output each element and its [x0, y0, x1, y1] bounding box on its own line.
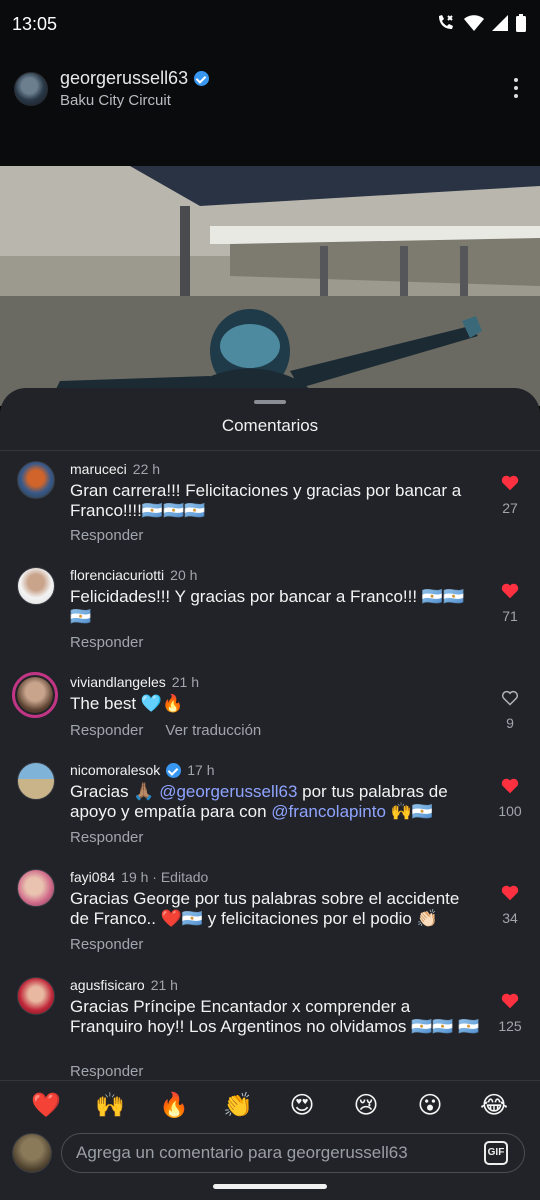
- sheet-drag-handle[interactable]: [254, 400, 286, 404]
- like-button[interactable]: 27: [490, 475, 530, 516]
- comment-time: 21 h: [171, 674, 199, 690]
- comment-time: 20 h: [170, 567, 198, 583]
- emoji-crying[interactable]: 😢: [346, 1091, 386, 1120]
- mention-link[interactable]: @georgerussell63: [159, 782, 297, 801]
- post-image[interactable]: [0, 166, 540, 406]
- comment-composer-area: ❤️ 🙌 🔥 👏 😍 😢 😮 😂 GIF: [0, 1080, 540, 1200]
- like-count: 9: [506, 715, 514, 731]
- comment-text: Gracias Príncipe Encantador x comprender…: [70, 997, 480, 1036]
- comment-actions: Responder: [70, 1063, 143, 1080]
- reply-button[interactable]: Responder: [70, 722, 143, 739]
- gesture-nav-bar[interactable]: [213, 1184, 327, 1189]
- comment-avatar[interactable]: [17, 567, 55, 605]
- comment-header: florenciacuriotti 20 h: [70, 567, 197, 583]
- comment-time: 21 h: [150, 977, 178, 993]
- comment-avatar[interactable]: [17, 977, 55, 1015]
- emoji-heart-eyes[interactable]: 😍: [282, 1091, 322, 1120]
- emoji-clap[interactable]: 👏: [218, 1091, 258, 1120]
- comment-header: nicomoralesok 17 h: [70, 762, 215, 778]
- reply-button[interactable]: Responder: [70, 634, 143, 651]
- post-username[interactable]: georgerussell63: [60, 68, 188, 89]
- like-count: 34: [502, 910, 518, 926]
- status-icons: [436, 14, 526, 37]
- emoji-surprised[interactable]: 😮: [410, 1091, 450, 1120]
- heart-filled-icon: [501, 885, 519, 901]
- verified-icon: [194, 71, 210, 86]
- comment-actions: Responder: [70, 527, 143, 544]
- like-count: 71: [502, 608, 518, 624]
- comment-avatar[interactable]: [17, 461, 55, 499]
- see-translation-button[interactable]: Ver traducción: [165, 722, 261, 739]
- heart-outline-icon: [502, 690, 518, 706]
- status-time: 13:05: [12, 14, 58, 34]
- comment-username[interactable]: nicomoralesok: [70, 762, 160, 778]
- comment-avatar[interactable]: [17, 762, 55, 800]
- comment-actions: Responder: [70, 936, 143, 953]
- like-button[interactable]: 34: [490, 885, 530, 926]
- comment-text: Gracias George por tus palabras sobre el…: [70, 889, 460, 928]
- gif-button[interactable]: GIF: [484, 1141, 508, 1165]
- quick-emoji-bar: ❤️ 🙌 🔥 👏 😍 😢 😮 😂: [0, 1091, 540, 1120]
- comment-text: The best 🩵🔥: [70, 694, 184, 713]
- signal-icon: [492, 14, 508, 37]
- comment-username[interactable]: maruceci: [70, 461, 127, 477]
- comment-header: agusfisicaro 21 h: [70, 977, 178, 993]
- post-image-art: [0, 166, 540, 406]
- reply-button[interactable]: Responder: [70, 936, 143, 953]
- reply-button[interactable]: Responder: [70, 829, 143, 846]
- like-count: 100: [498, 803, 522, 819]
- more-options-icon[interactable]: [514, 78, 520, 102]
- like-count: 125: [498, 1018, 522, 1034]
- comment-username[interactable]: florenciacuriotti: [70, 567, 164, 583]
- comment-time: 19 h · Editado: [121, 869, 209, 885]
- verified-icon: [166, 762, 182, 778]
- comment-header: viviandlangeles 21 h: [70, 674, 199, 690]
- comment-header: maruceci 22 h: [70, 461, 160, 477]
- battery-icon: [516, 14, 526, 37]
- comment-actions: Responder: [70, 829, 143, 846]
- like-button[interactable]: 125: [490, 993, 530, 1034]
- wifi-call-icon: [436, 14, 456, 37]
- comment-text: Gran carrera!!! Felicitaciones y gracias…: [70, 481, 462, 520]
- heart-filled-icon: [501, 993, 519, 1009]
- post-location[interactable]: Baku City Circuit: [60, 92, 171, 109]
- sheet-title: Comentarios: [221, 416, 319, 435]
- wifi-icon: [464, 14, 484, 37]
- heart-filled-icon: [501, 475, 519, 491]
- comment-text: Felicidades!!! Y gracias por bancar a Fr…: [70, 587, 465, 626]
- heart-filled-icon: [501, 778, 519, 794]
- emoji-raised-hands[interactable]: 🙌: [90, 1091, 130, 1120]
- emoji-heart[interactable]: ❤️: [26, 1091, 66, 1120]
- post-author[interactable]: georgerussell63: [60, 68, 210, 89]
- comment-time: 22 h: [132, 461, 161, 477]
- comment-time: 17 h: [187, 762, 215, 778]
- comment-username[interactable]: agusfisicaro: [70, 977, 145, 993]
- current-user-avatar: [12, 1133, 52, 1173]
- comment-text: Gracias 🙏🏽 @georgerussell63 por tus pala…: [70, 782, 448, 821]
- comment-actions: Responder: [70, 634, 143, 651]
- comment-avatar[interactable]: [12, 672, 58, 718]
- heart-filled-icon: [501, 583, 519, 599]
- status-bar: 13:05: [0, 0, 540, 50]
- reply-button[interactable]: Responder: [70, 527, 143, 544]
- like-button[interactable]: 71: [490, 583, 530, 624]
- comment-username[interactable]: fayi084: [70, 869, 115, 885]
- comment-avatar[interactable]: [17, 869, 55, 907]
- emoji-laughing[interactable]: 😂: [474, 1091, 514, 1120]
- like-button[interactable]: 9: [490, 690, 530, 731]
- reply-button[interactable]: Responder: [70, 1063, 143, 1080]
- like-count: 27: [502, 500, 518, 516]
- mention-link[interactable]: @francolapinto: [271, 802, 386, 821]
- emoji-fire[interactable]: 🔥: [154, 1091, 194, 1120]
- like-button[interactable]: 100: [490, 778, 530, 819]
- divider: [0, 450, 540, 451]
- post-author-avatar[interactable]: [14, 72, 48, 106]
- comment-input[interactable]: [61, 1133, 525, 1173]
- comment-actions: Responder Ver traducción: [70, 722, 261, 739]
- comment-header: fayi084 19 h · Editado: [70, 869, 208, 885]
- comment-username[interactable]: viviandlangeles: [70, 674, 166, 690]
